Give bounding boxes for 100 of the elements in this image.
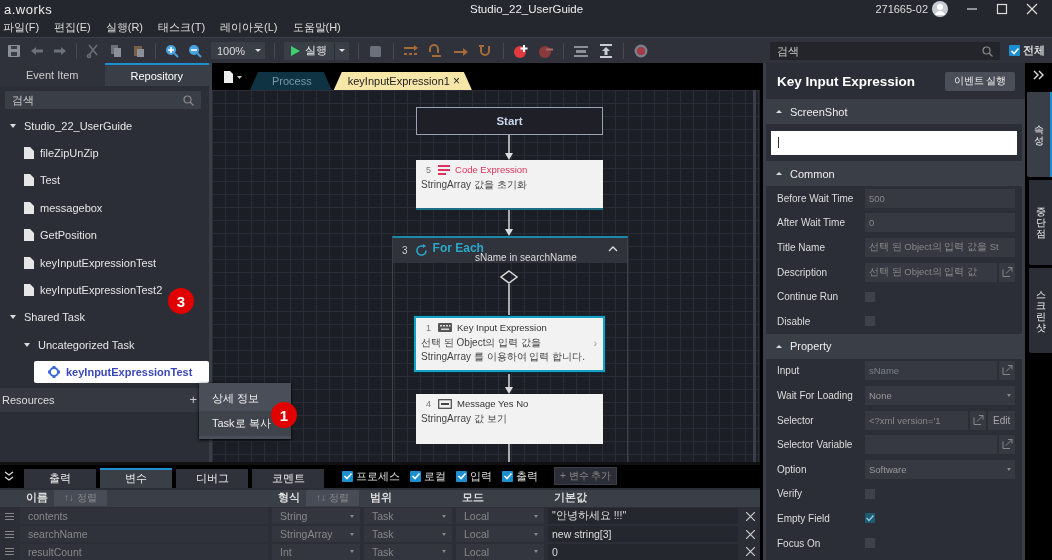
drag-handle-icon[interactable]	[4, 548, 14, 556]
editor-tab[interactable]: Process	[250, 72, 332, 90]
tree-item[interactable]: fileZipUnZip	[20, 142, 103, 165]
save-icon[interactable]	[7, 43, 21, 58]
menu-item[interactable]: 태스크(T)	[158, 20, 206, 35]
copy-icon[interactable]	[109, 43, 123, 58]
table-dropdown[interactable]: String	[272, 508, 360, 525]
panel-tab[interactable]: 변수	[100, 467, 172, 488]
checkbox[interactable]	[342, 470, 353, 482]
panel-tab[interactable]: Event Item	[0, 63, 105, 86]
add-button[interactable]: +	[189, 392, 197, 408]
activity-node[interactable]: 4 Message Yes No StringArray 값 보기	[416, 394, 603, 444]
property-dropdown[interactable]: Software	[865, 459, 1016, 479]
side-tab[interactable]: 속성	[1027, 92, 1052, 177]
maximize-icon[interactable]	[996, 3, 1008, 15]
drag-handle-icon[interactable]	[4, 530, 14, 538]
panel-tab[interactable]: Repository	[104, 63, 209, 86]
table-cell[interactable]: "안녕하세요 !!!"	[548, 508, 738, 525]
tree-item[interactable]: keyInputExpressionTest	[34, 361, 209, 384]
avatar-icon[interactable]	[932, 1, 948, 17]
tree-item[interactable]: GetPosition	[20, 224, 101, 247]
table-cell[interactable]: resultCount	[20, 543, 268, 560]
add-variable-button[interactable]: + 변수 추가	[554, 467, 618, 486]
panel-tab[interactable]: 디버그	[176, 468, 248, 488]
record-icon[interactable]	[633, 43, 650, 58]
menu-item[interactable]: 파일(F)	[3, 20, 40, 35]
checkbox[interactable]	[865, 513, 875, 524]
table-cell[interactable]: searchName	[20, 526, 268, 543]
property-label: Focus On	[777, 537, 822, 549]
upload-icon[interactable]	[598, 43, 615, 58]
paste-icon[interactable]	[132, 43, 146, 58]
checkbox[interactable]	[502, 470, 513, 482]
tree-item[interactable]: Shared Task	[6, 306, 89, 329]
activity-node[interactable]: 1 Key Input Expression 선택 된 Object의 입력 값을 StringArray 를 이용하여 입력 합니다. ›	[414, 316, 605, 372]
zoom-in-icon[interactable]	[165, 43, 179, 58]
property-label: Title Name	[777, 242, 826, 253]
start-node[interactable]: Start	[416, 107, 603, 135]
tree-item[interactable]: Uncategorized Task	[20, 333, 139, 356]
property-label: Option	[777, 463, 808, 475]
table-dropdown[interactable]: Task	[364, 526, 452, 543]
tree-item[interactable]: keyInputExpressionTest	[20, 251, 161, 274]
step-over-icon[interactable]	[403, 43, 420, 58]
collapse-icon[interactable]	[4, 471, 14, 482]
menu-item[interactable]: 도움말(H)	[292, 20, 341, 35]
new-document-icon[interactable]	[224, 70, 242, 83]
close-icon[interactable]	[1026, 3, 1038, 15]
panel-title: Key Input Expression	[777, 73, 916, 89]
panel-tab[interactable]: 출력	[24, 468, 96, 488]
edit-button[interactable]: Edit	[988, 410, 1016, 430]
delete-icon[interactable]	[745, 529, 755, 539]
remove-breakpoint-icon[interactable]	[538, 43, 555, 58]
external-link-icon[interactable]	[970, 410, 987, 430]
collapse-icon[interactable]	[608, 245, 618, 252]
connector-arrow	[505, 373, 513, 394]
checkbox[interactable]	[1009, 45, 1020, 56]
menu-item[interactable]: 실행(R)	[105, 20, 143, 35]
loop-diamond-icon	[499, 270, 519, 284]
zoom-dropdown[interactable]: 100%	[211, 42, 266, 59]
section-header[interactable]: Common	[766, 161, 1023, 186]
run-event-button[interactable]: 이벤트 실행	[944, 71, 1016, 91]
table-cell[interactable]: contents	[20, 508, 268, 525]
keyboard-icon	[438, 323, 452, 332]
expand-icon[interactable]	[1033, 70, 1045, 80]
tree-item[interactable]: Test	[20, 169, 65, 192]
delete-icon[interactable]	[745, 547, 755, 557]
section-header[interactable]: Property	[766, 333, 1023, 359]
section-header[interactable]: ScreenShot	[766, 99, 1023, 124]
panel-tab[interactable]: 코멘트	[252, 468, 324, 488]
external-link-icon[interactable]	[999, 361, 1016, 381]
editor-tab[interactable]: keyInputExpression1 ×	[333, 72, 472, 90]
delete-icon[interactable]	[745, 511, 755, 521]
checkbox[interactable]	[456, 470, 467, 482]
tree-item[interactable]: Studio_22_UserGuide	[6, 114, 137, 137]
table-cell[interactable]: new string[3]	[548, 526, 738, 543]
table-dropdown[interactable]: Task	[364, 508, 452, 525]
property-label: Continue Run	[777, 291, 840, 303]
side-tab[interactable]: 스크린샷	[1029, 268, 1052, 353]
property-dropdown[interactable]: None	[865, 385, 1016, 405]
scissors-icon[interactable]	[86, 43, 100, 58]
search-field[interactable]: 검색	[770, 41, 1000, 60]
checkbox[interactable]	[410, 470, 421, 482]
menu-item[interactable]: 편집(E)	[54, 20, 91, 35]
run-dropdown-button[interactable]	[334, 41, 350, 60]
run-button[interactable]: 실행	[284, 41, 335, 60]
screenshot-field[interactable]	[771, 130, 1018, 155]
zoom-out-icon[interactable]	[188, 43, 202, 58]
external-link-icon[interactable]	[999, 262, 1016, 282]
side-tab[interactable]: 중단점	[1029, 180, 1052, 265]
activity-node[interactable]: 5 Code Expression StringArray 값을 초기화	[416, 160, 603, 210]
tree-item[interactable]: messagebox	[20, 196, 107, 219]
add-breakpoint-icon[interactable]	[513, 43, 530, 58]
drag-handle-icon[interactable]	[4, 512, 14, 520]
menu-item[interactable]: 레이아웃(L)	[220, 20, 278, 35]
property-label: Empty Field	[777, 512, 831, 524]
tree-item[interactable]: keyInputExpressionTest2	[20, 279, 167, 302]
table-dropdown[interactable]: Task	[364, 543, 452, 560]
search-field[interactable]: 검색	[5, 91, 201, 109]
align-icon[interactable]	[573, 43, 590, 58]
external-link-icon[interactable]	[999, 435, 1016, 455]
table-cell[interactable]: 0	[548, 543, 738, 560]
